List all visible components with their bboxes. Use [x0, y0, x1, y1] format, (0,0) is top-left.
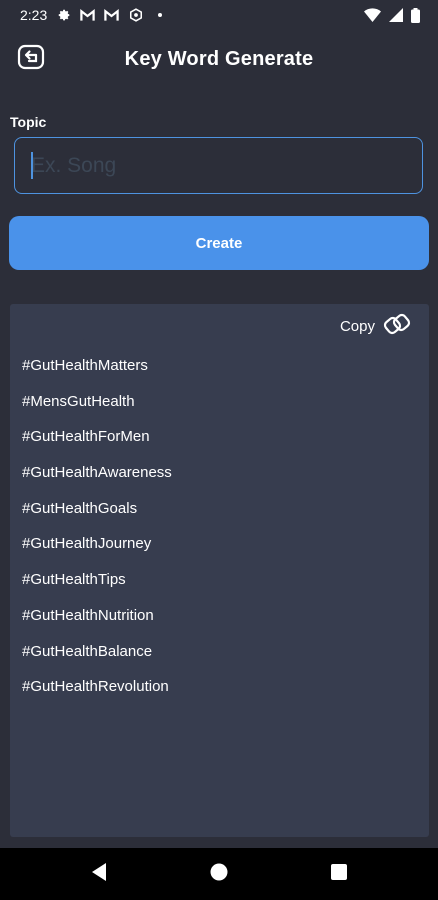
- app-header: Key Word Generate: [0, 36, 438, 82]
- topic-input[interactable]: [14, 137, 423, 194]
- create-button[interactable]: Create: [9, 216, 429, 270]
- signal-icon: [389, 8, 403, 22]
- battery-icon: [411, 7, 420, 23]
- page-title: Key Word Generate: [124, 47, 314, 70]
- nav-home-button[interactable]: [207, 862, 231, 886]
- status-left: 2:23: [20, 7, 167, 23]
- dot-icon: [152, 8, 167, 23]
- back-triangle-icon: [90, 862, 108, 887]
- navigation-bar: [0, 848, 438, 900]
- hashtag-item: #GutHealthJourney: [22, 535, 152, 553]
- status-bar: 2:23: [0, 0, 438, 30]
- text-caret: [31, 152, 33, 179]
- hashtag-list: #GutHealthMatters #MensGutHealth #GutHea…: [22, 356, 172, 713]
- hashtag-item: #MensGutHealth: [22, 392, 135, 410]
- back-icon: [17, 44, 45, 75]
- hashtag-item: #GutHealthAwareness: [22, 464, 172, 482]
- back-button[interactable]: [14, 44, 48, 74]
- hashtag-item: #GutHealthNutrition: [22, 606, 154, 624]
- hashtag-item: #GutHealthRevolution: [22, 678, 169, 696]
- copy-label: Copy: [339, 317, 375, 335]
- home-circle-icon: [209, 862, 229, 887]
- results-panel: Copy #GutHealthMatters #MensGutHealth #G…: [10, 304, 429, 837]
- wifi-icon: [364, 8, 381, 22]
- gear-icon: [56, 8, 71, 23]
- hashtag-item: #GutHealthGoals: [22, 499, 138, 517]
- hashtag-item: #GutHealthMatters: [22, 357, 148, 374]
- hashtag-item: #GutHealthBalance: [22, 642, 153, 660]
- nav-back-button[interactable]: [87, 862, 111, 886]
- status-time: 2:23: [20, 7, 48, 23]
- hashtag-item: #GutHealthForMen: [22, 428, 150, 446]
- hashtag-item: #GutHealthTips: [22, 571, 126, 589]
- copy-button[interactable]: Copy: [340, 311, 411, 341]
- gmail-icon: [80, 8, 95, 23]
- nav-recents-button[interactable]: [327, 862, 351, 886]
- status-right: [364, 7, 420, 23]
- gmail-icon: [104, 8, 119, 23]
- copy-link-icon: [383, 310, 411, 342]
- recents-square-icon: [330, 863, 348, 886]
- settings-alt-icon: [128, 8, 143, 23]
- topic-label: Topic: [10, 114, 47, 130]
